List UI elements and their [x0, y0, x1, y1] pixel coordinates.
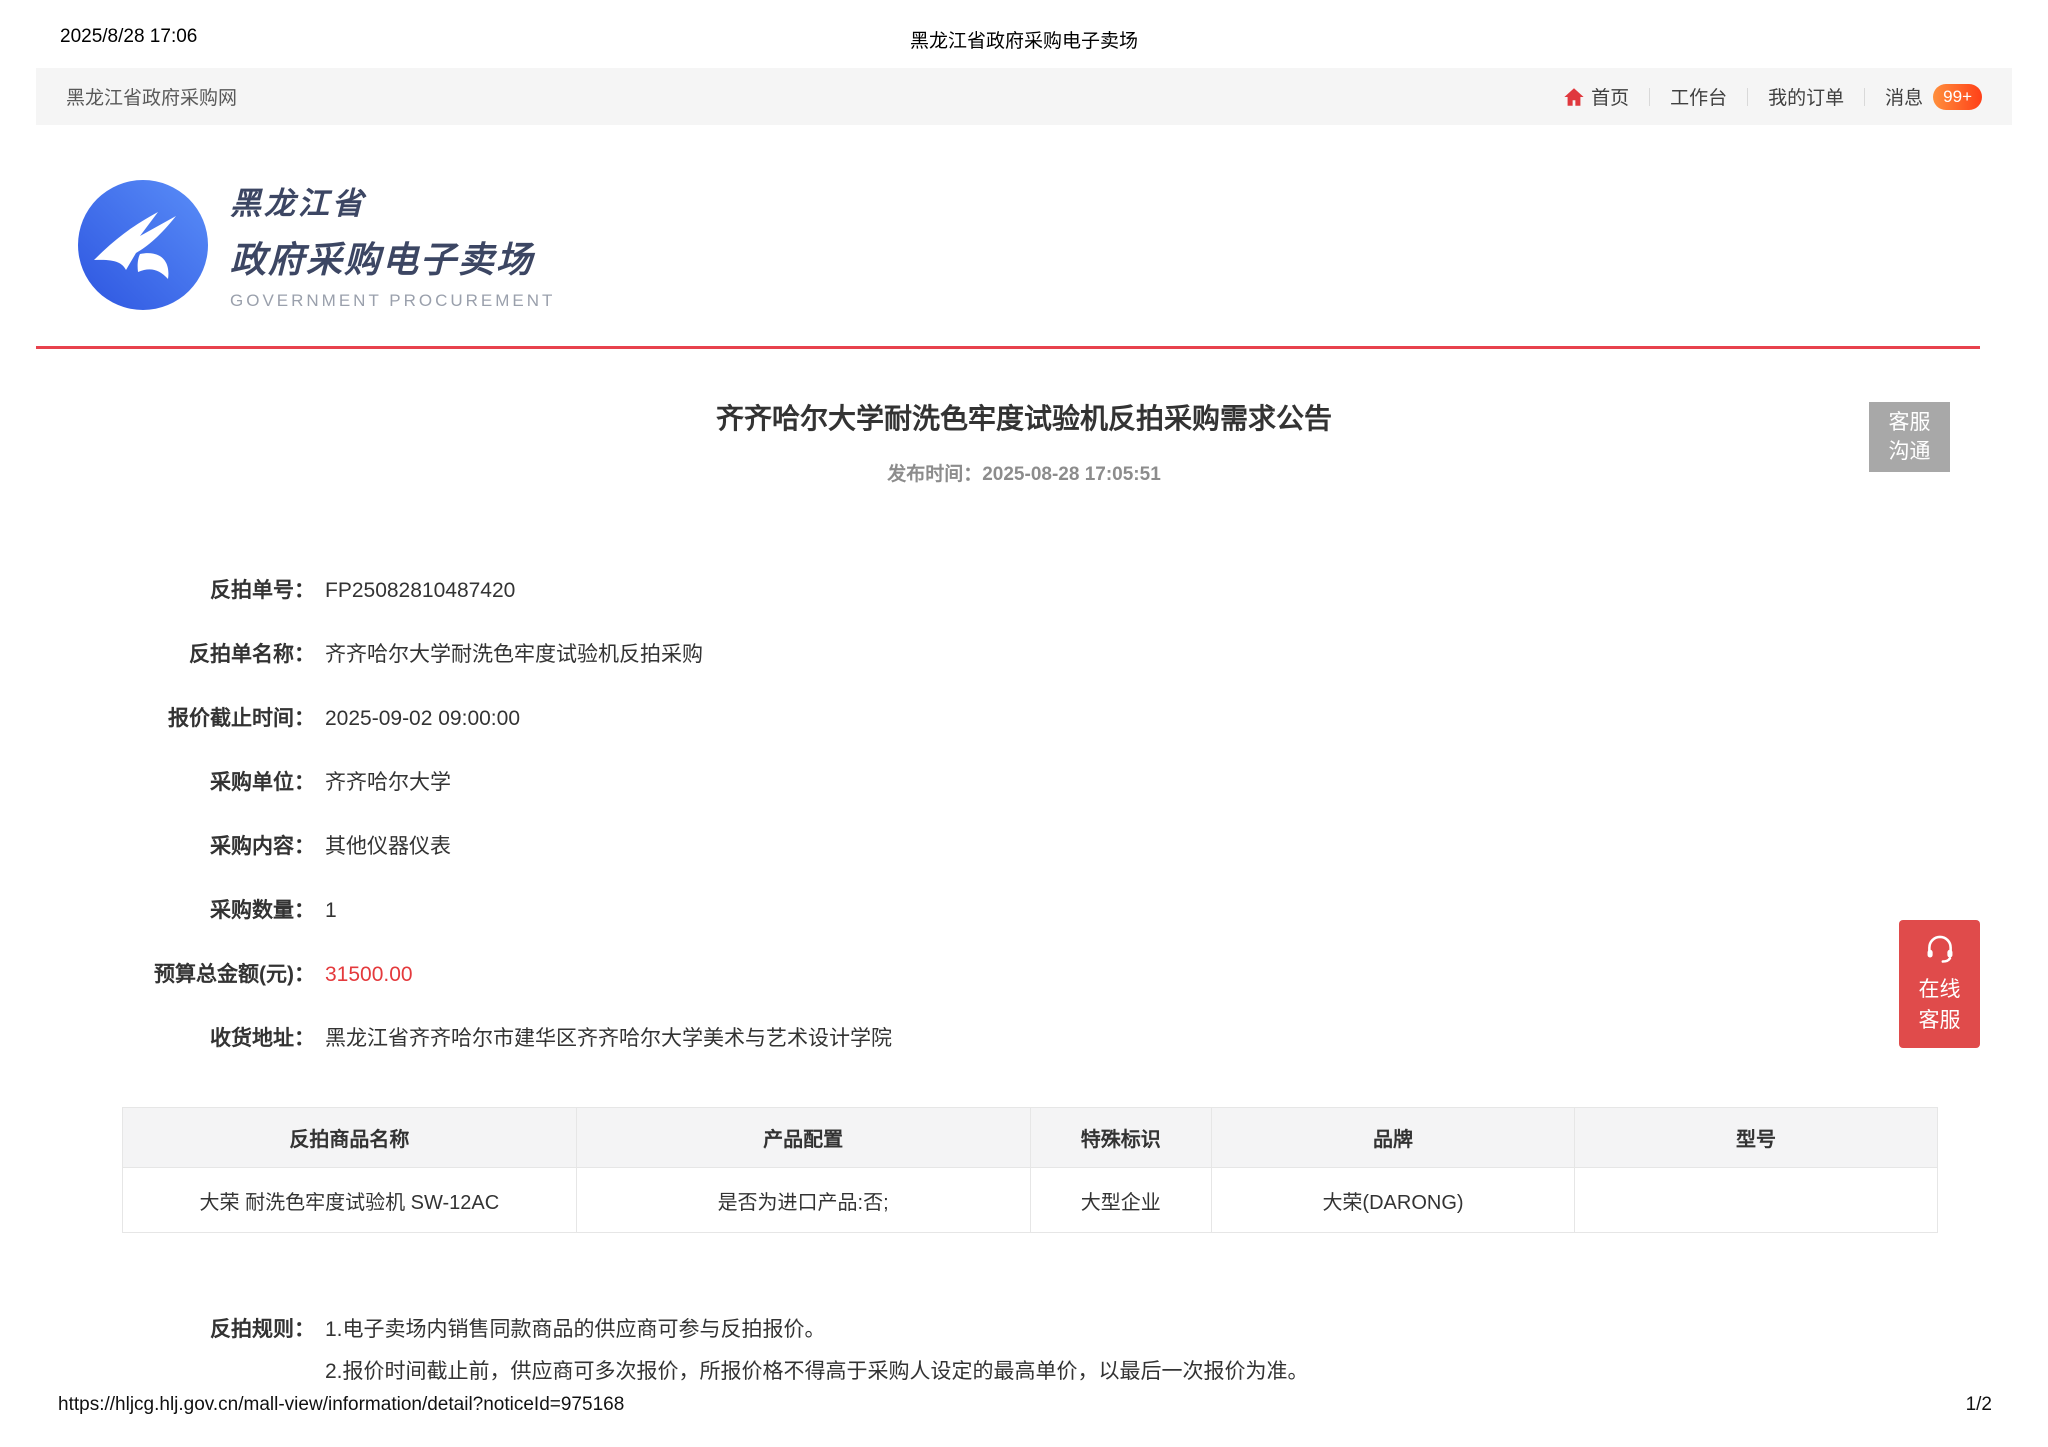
- field-label: 采购内容：: [210, 835, 315, 858]
- field-row-budget: 预算总金额(元)： 31500.00: [0, 962, 2048, 988]
- nav-item-label: 我的订单: [1768, 88, 1845, 109]
- cell-model: [1574, 1167, 1938, 1233]
- dragon-logo-icon: [78, 179, 208, 310]
- customer-service-button[interactable]: 客服 沟通: [1869, 402, 1950, 472]
- field-label: 采购数量：: [210, 899, 315, 922]
- notice-header: 齐齐哈尔大学耐洗色牢度试验机反拍采购需求公告 发布时间：2025-08-28 1…: [0, 397, 2048, 486]
- field-row-deadline: 报价截止时间： 2025-09-02 09:00:00: [0, 706, 2048, 732]
- col-header-config: 产品配置: [575, 1107, 1031, 1168]
- rule-line-2: 2.报价时间截止前，供应商可多次报价，所报价格不得高于采购人设定的最高单价，以最…: [325, 1360, 1309, 1383]
- nav-divider: [1747, 87, 1749, 106]
- cell-brand: 大荣(DARONG): [1211, 1167, 1575, 1233]
- table-header-row: 反拍商品名称 产品配置 特殊标识 品牌 型号: [122, 1107, 1938, 1168]
- cell-product-name: 大荣 耐洗色牢度试验机 SW-12AC: [122, 1167, 577, 1233]
- rule-line-1: 1.电子卖场内销售同款商品的供应商可参与反拍报价。: [325, 1318, 826, 1341]
- field-value: 黑龙江省齐齐哈尔市建华区齐齐哈尔大学美术与艺术设计学院: [325, 1027, 892, 1050]
- headset-icon: [1927, 935, 1952, 963]
- field-value: 齐齐哈尔大学耐洗色牢度试验机反拍采购: [325, 643, 703, 666]
- field-value: 2025-09-02 09:00:00: [325, 707, 520, 730]
- field-value: 1: [325, 899, 337, 922]
- cell-config: 是否为进口产品:否;: [575, 1167, 1031, 1233]
- col-header-brand: 品牌: [1211, 1107, 1575, 1168]
- logo-line1: 黑龙江省: [230, 186, 366, 221]
- logo-line2: 政府采购电子卖场: [230, 239, 535, 280]
- field-label: 采购单位：: [210, 771, 315, 794]
- field-value: 其他仪器仪表: [325, 835, 451, 858]
- navbar-menu: 首页 工作台 我的订单 消息 99+: [1563, 83, 1982, 110]
- online-service-label-line2: 客服: [1918, 1009, 1961, 1032]
- field-value: 齐齐哈尔大学: [325, 771, 451, 794]
- product-table: 反拍商品名称 产品配置 特殊标识 品牌 型号 大荣 耐洗色牢度试验机 SW-12…: [122, 1107, 1938, 1233]
- notice-fields: 反拍单号： FP25082810487420 反拍单名称： 齐齐哈尔大学耐洗色牢…: [0, 578, 2048, 1052]
- field-row-purchaser: 采购单位： 齐齐哈尔大学: [0, 770, 2048, 796]
- col-header-model: 型号: [1574, 1107, 1938, 1168]
- nav-divider: [1864, 87, 1866, 106]
- nav-item-my-orders[interactable]: 我的订单: [1768, 83, 1844, 110]
- nav-divider: [1649, 87, 1651, 106]
- online-service-float-button[interactable]: 在线 客服: [1899, 920, 1980, 1048]
- print-page-title: 黑龙江省政府采购电子卖场: [909, 31, 1138, 52]
- field-label: 报价截止时间：: [168, 707, 315, 730]
- col-header-special-flag: 特殊标识: [1029, 1107, 1212, 1168]
- field-value: FP25082810487420: [325, 579, 516, 602]
- nav-item-messages[interactable]: 消息: [1885, 83, 1923, 110]
- footer-url: https://hljcg.hlj.gov.cn/mall-view/infor…: [58, 1394, 625, 1415]
- logo-text: 黑龙江省 政府采购电子卖场 GOVERNMENT PROCUREMENT: [230, 178, 555, 311]
- home-icon: [1563, 86, 1585, 108]
- field-label: 反拍单号：: [210, 579, 315, 602]
- budget-amount: 31500.00: [325, 963, 413, 986]
- field-label: 反拍单名称：: [189, 643, 315, 666]
- field-label: 收货地址：: [210, 1027, 315, 1050]
- nav-item-home[interactable]: 首页: [1563, 83, 1629, 110]
- cell-special-flag: 大型企业: [1029, 1167, 1212, 1233]
- field-label: 预算总金额(元)：: [154, 963, 315, 986]
- nav-item-label: 首页: [1591, 88, 1630, 109]
- customer-service-label-line1: 客服: [1888, 411, 1931, 434]
- notice-title: 齐齐哈尔大学耐洗色牢度试验机反拍采购需求公告: [715, 403, 1332, 434]
- rules-lines: 1.电子卖场内销售同款商品的供应商可参与反拍报价。 2.报价时间截止前，供应商可…: [325, 1315, 1309, 1399]
- footer-page-number: 1/2: [1965, 1394, 1992, 1415]
- field-row-order-name: 反拍单名称： 齐齐哈尔大学耐洗色牢度试验机反拍采购: [0, 642, 2048, 668]
- auction-rules: 反拍规则： 1.电子卖场内销售同款商品的供应商可参与反拍报价。 2.报价时间截止…: [0, 1315, 2048, 1399]
- rules-label: 反拍规则：: [210, 1318, 315, 1341]
- red-divider: [36, 346, 1980, 349]
- field-row-quantity: 采购数量： 1: [0, 898, 2048, 924]
- print-header: 2025/8/28 17:06 黑龙江省政府采购电子卖场: [0, 0, 2048, 52]
- site-name-link[interactable]: 黑龙江省政府采购网: [66, 83, 237, 110]
- nav-item-label: 消息: [1885, 88, 1924, 109]
- publish-time: 发布时间：2025-08-28 17:05:51: [887, 464, 1161, 485]
- top-navbar: 黑龙江省政府采购网 首页 工作台 我的订单 消息 99+: [36, 68, 2012, 125]
- field-row-content: 采购内容： 其他仪器仪表: [0, 834, 2048, 860]
- logo-line3: GOVERNMENT PROCUREMENT: [230, 291, 556, 310]
- customer-service-label-line2: 沟通: [1888, 440, 1931, 463]
- site-logo: 黑龙江省 政府采购电子卖场 GOVERNMENT PROCUREMENT: [78, 177, 2048, 312]
- online-service-label-line1: 在线: [1918, 978, 1961, 1001]
- nav-item-label: 工作台: [1670, 88, 1728, 109]
- nav-item-workbench[interactable]: 工作台: [1670, 83, 1727, 110]
- table-row: 大荣 耐洗色牢度试验机 SW-12AC 是否为进口产品:否; 大型企业 大荣(D…: [122, 1167, 1938, 1233]
- col-header-product-name: 反拍商品名称: [122, 1107, 577, 1168]
- field-row-order-no: 反拍单号： FP25082810487420: [0, 578, 2048, 604]
- field-row-address: 收货地址： 黑龙江省齐齐哈尔市建华区齐齐哈尔大学美术与艺术设计学院: [0, 1026, 2048, 1052]
- message-count-badge[interactable]: 99+: [1933, 83, 1982, 110]
